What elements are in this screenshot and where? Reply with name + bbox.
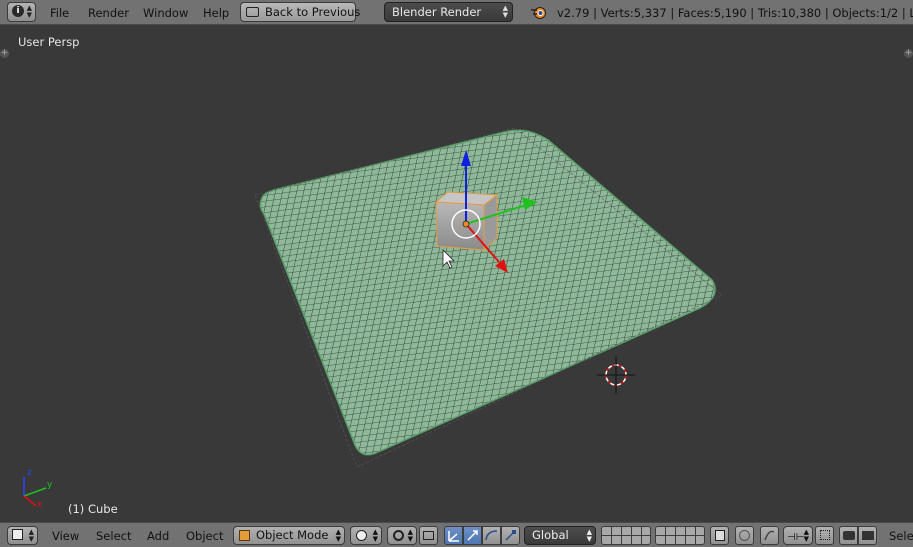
chevron-updown-icon: ▲ ▼ [372,528,378,543]
blender-logo-icon [531,7,546,19]
snap-element-dropdown[interactable]: ⊣⊢ ▲ ▼ [783,526,813,545]
scale-toggle[interactable] [501,526,520,545]
axis-y-label: y [47,480,53,490]
menu-add[interactable]: Add [147,529,169,543]
view3d-icon [12,529,23,540]
snap-target-toggle[interactable] [815,526,834,545]
object-origin [462,220,470,228]
viewport-shading-icon [356,530,367,541]
layers-group-2[interactable] [655,526,705,545]
opengl-render-button[interactable] [839,526,858,545]
pivot-icon [393,530,404,541]
rotate-icon [485,530,498,541]
3d-view-header: ▲ ▼ View Select Add Object Object Mode ▲ ▼… [0,522,913,547]
opengl-render-icon [843,531,855,540]
proportional-edit-toggle[interactable] [735,526,754,545]
chevron-updown-icon: ▲ ▼ [28,528,34,543]
proportional-icon [739,530,750,541]
axis-z-label: z [27,468,32,478]
editor-type-button[interactable]: i ▲ ▼ [7,2,36,22]
menu-window[interactable]: Window [143,6,188,20]
lock-layers-toggle[interactable] [710,526,729,545]
back-to-previous-button[interactable]: Back to Previous [240,2,360,22]
menu-select[interactable]: Select [96,529,131,543]
scale-icon [505,530,516,541]
layers-group-1[interactable] [601,526,651,545]
manipulator-icon [448,531,459,542]
info-header: i ▲ ▼ File Render Window Help Back to Pre… [0,0,913,25]
menu-object[interactable]: Object [186,529,223,543]
active-object-label: (1) Cube [68,502,118,516]
back-icon [246,7,259,17]
back-to-previous-label: Back to Previous [265,5,361,19]
align-icon [423,531,434,540]
translate-toggle[interactable] [463,526,482,545]
axis-x-label: x [37,500,43,510]
chevron-updown-icon: ▲ ▼ [803,528,809,543]
menu-view[interactable]: View [52,529,79,543]
select-menu-cut[interactable]: Selec [889,529,913,543]
pivot-point-dropdown[interactable]: ▲ ▼ [387,526,417,545]
render-engine-label: Blender Render [392,5,482,19]
manipulator-toggle[interactable] [444,526,463,545]
chevron-updown-icon: ▲ ▼ [26,4,32,19]
chevron-updown-icon: ▲ ▼ [586,528,592,543]
transform-orientation-dropdown[interactable]: Global ▲ ▼ [524,526,596,545]
viewport-canvas [23,127,723,507]
menu-render[interactable]: Render [88,6,129,20]
rotate-toggle[interactable] [482,526,501,545]
menu-file[interactable]: File [50,6,69,20]
cloth-plane-mesh[interactable] [259,129,716,456]
3d-viewport[interactable]: User Persp + + z y x (1) Cube [0,25,913,522]
pivot-align-toggle[interactable] [419,526,438,545]
chevron-updown-icon: ▲ ▼ [502,4,508,19]
chevron-updown-icon: ▲ ▼ [407,528,413,543]
mode-dropdown[interactable]: Object Mode ▲ ▼ [233,526,345,545]
render-icon [862,531,874,540]
object-mode-cube-icon [239,530,250,541]
scene-stats: v2.79 | Verts:5,337 | Faces:5,190 | Tris… [557,6,913,20]
viewport-shading-dropdown[interactable]: ▲ ▼ [350,526,382,545]
chevron-updown-icon: ▲ ▼ [335,528,341,543]
editor-type-button[interactable]: ▲ ▼ [7,526,38,545]
render-engine-dropdown[interactable]: Blender Render ▲ ▼ [384,2,513,22]
3d-cursor[interactable] [597,356,635,394]
snap-target-icon [820,530,830,540]
mode-label: Object Mode [256,528,329,542]
translate-icon [467,530,478,541]
menu-help[interactable]: Help [203,6,229,20]
snap-toggle[interactable] [760,526,779,545]
lock-icon [715,530,725,541]
view-axis-gizmo [23,477,47,507]
snap-icon [764,530,775,541]
snap-element-icon: ⊣⊢ [787,532,805,543]
info-icon: i [12,5,24,17]
render-animation-button[interactable] [858,526,877,545]
orientation-label: Global [532,528,569,542]
